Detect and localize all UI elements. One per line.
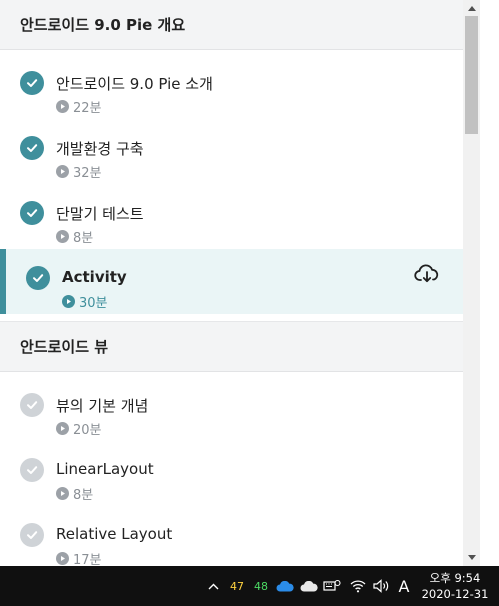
windows-taskbar: 47 48 A 오후 9:54 2020-12-31 — [0, 566, 499, 606]
play-icon — [56, 100, 69, 113]
play-icon — [56, 552, 69, 565]
completed-check-icon — [20, 201, 44, 225]
duration-text: 17분 — [73, 553, 102, 566]
completed-check-icon — [26, 266, 50, 290]
tray-temperature-value: 48 — [254, 579, 268, 593]
scrollbar-thumb[interactable] — [465, 16, 478, 134]
lesson-item[interactable]: 개발환경 구축 32분 — [0, 119, 463, 184]
vertical-scrollbar[interactable] — [463, 0, 480, 566]
lesson-item[interactable]: LinearLayout 8분 — [0, 441, 463, 506]
lesson-duration: 8분 — [56, 484, 93, 503]
lesson-title: LinearLayout — [56, 460, 154, 478]
cloud-download-icon[interactable] — [414, 263, 440, 285]
scroll-up-arrow-icon[interactable] — [463, 0, 480, 17]
lesson-item[interactable]: 뷰의 기본 개념 20분 — [0, 376, 463, 441]
duration-text: 22분 — [73, 101, 102, 116]
lesson-title: 뷰의 기본 개념 — [56, 397, 149, 415]
course-curriculum-panel: 안드로이드 9.0 Pie 개요 안드로이드 9.0 Pie 소개 22분 개발… — [0, 0, 463, 566]
lesson-duration: 22분 — [56, 97, 102, 116]
lesson-item-active[interactable]: Activity 30분 — [0, 249, 463, 314]
lesson-duration: 20분 — [56, 419, 102, 438]
lesson-title: 단말기 테스트 — [56, 205, 144, 223]
section-title: 안드로이드 9.0 Pie 개요 — [20, 16, 186, 34]
lesson-item[interactable]: Relative Layout 17분 — [0, 506, 463, 566]
lesson-duration: 17분 — [56, 549, 102, 566]
show-hidden-icons-chevron-icon[interactable] — [203, 566, 223, 606]
section-divider — [0, 314, 463, 322]
lesson-title: 개발환경 구축 — [56, 140, 144, 158]
incomplete-check-icon — [20, 393, 44, 417]
section-title: 안드로이드 뷰 — [20, 338, 109, 356]
lesson-title: Activity — [62, 268, 127, 286]
duration-text: 30분 — [79, 296, 108, 311]
lesson-item[interactable]: 안드로이드 9.0 Pie 소개 22분 — [0, 54, 463, 119]
clock-time: 오후 9:54 — [429, 571, 481, 585]
active-indicator-bar — [0, 249, 6, 314]
incomplete-check-icon — [20, 523, 44, 547]
completed-check-icon — [20, 71, 44, 95]
duration-text: 8분 — [73, 231, 94, 246]
clock-date: 2020-12-31 — [421, 587, 489, 601]
volume-speaker-icon[interactable] — [370, 566, 392, 606]
taskbar-clock[interactable]: 오후 9:54 2020-12-31 — [418, 570, 492, 602]
onedrive-cloud-icon[interactable] — [274, 566, 296, 606]
lesson-duration: 32분 — [56, 162, 102, 181]
duration-text: 8분 — [73, 488, 94, 503]
play-icon — [56, 230, 69, 243]
play-icon — [56, 422, 69, 435]
section-header[interactable]: 안드로이드 9.0 Pie 개요 — [0, 0, 463, 50]
scroll-down-arrow-icon[interactable] — [463, 549, 480, 566]
window-edge — [480, 0, 499, 566]
play-icon — [56, 165, 69, 178]
duration-text: 20분 — [73, 423, 102, 438]
keyboard-settings-icon[interactable] — [320, 566, 344, 606]
tray-temperature-value: 47 — [230, 579, 244, 593]
section-header[interactable]: 안드로이드 뷰 — [0, 322, 463, 372]
lesson-title: 안드로이드 9.0 Pie 소개 — [56, 75, 213, 93]
lesson-duration: 30분 — [62, 292, 108, 311]
input-method-indicator[interactable]: A — [394, 566, 414, 606]
lesson-title: Relative Layout — [56, 525, 173, 543]
lesson-item[interactable]: 단말기 테스트 8분 — [0, 184, 463, 249]
play-icon — [56, 487, 69, 500]
lesson-duration: 8분 — [56, 227, 93, 246]
duration-text: 32분 — [73, 166, 102, 181]
wifi-network-icon[interactable] — [347, 566, 369, 606]
cloud-sync-icon[interactable] — [298, 566, 320, 606]
completed-check-icon — [20, 136, 44, 160]
play-icon — [62, 295, 75, 308]
incomplete-check-icon — [20, 458, 44, 482]
